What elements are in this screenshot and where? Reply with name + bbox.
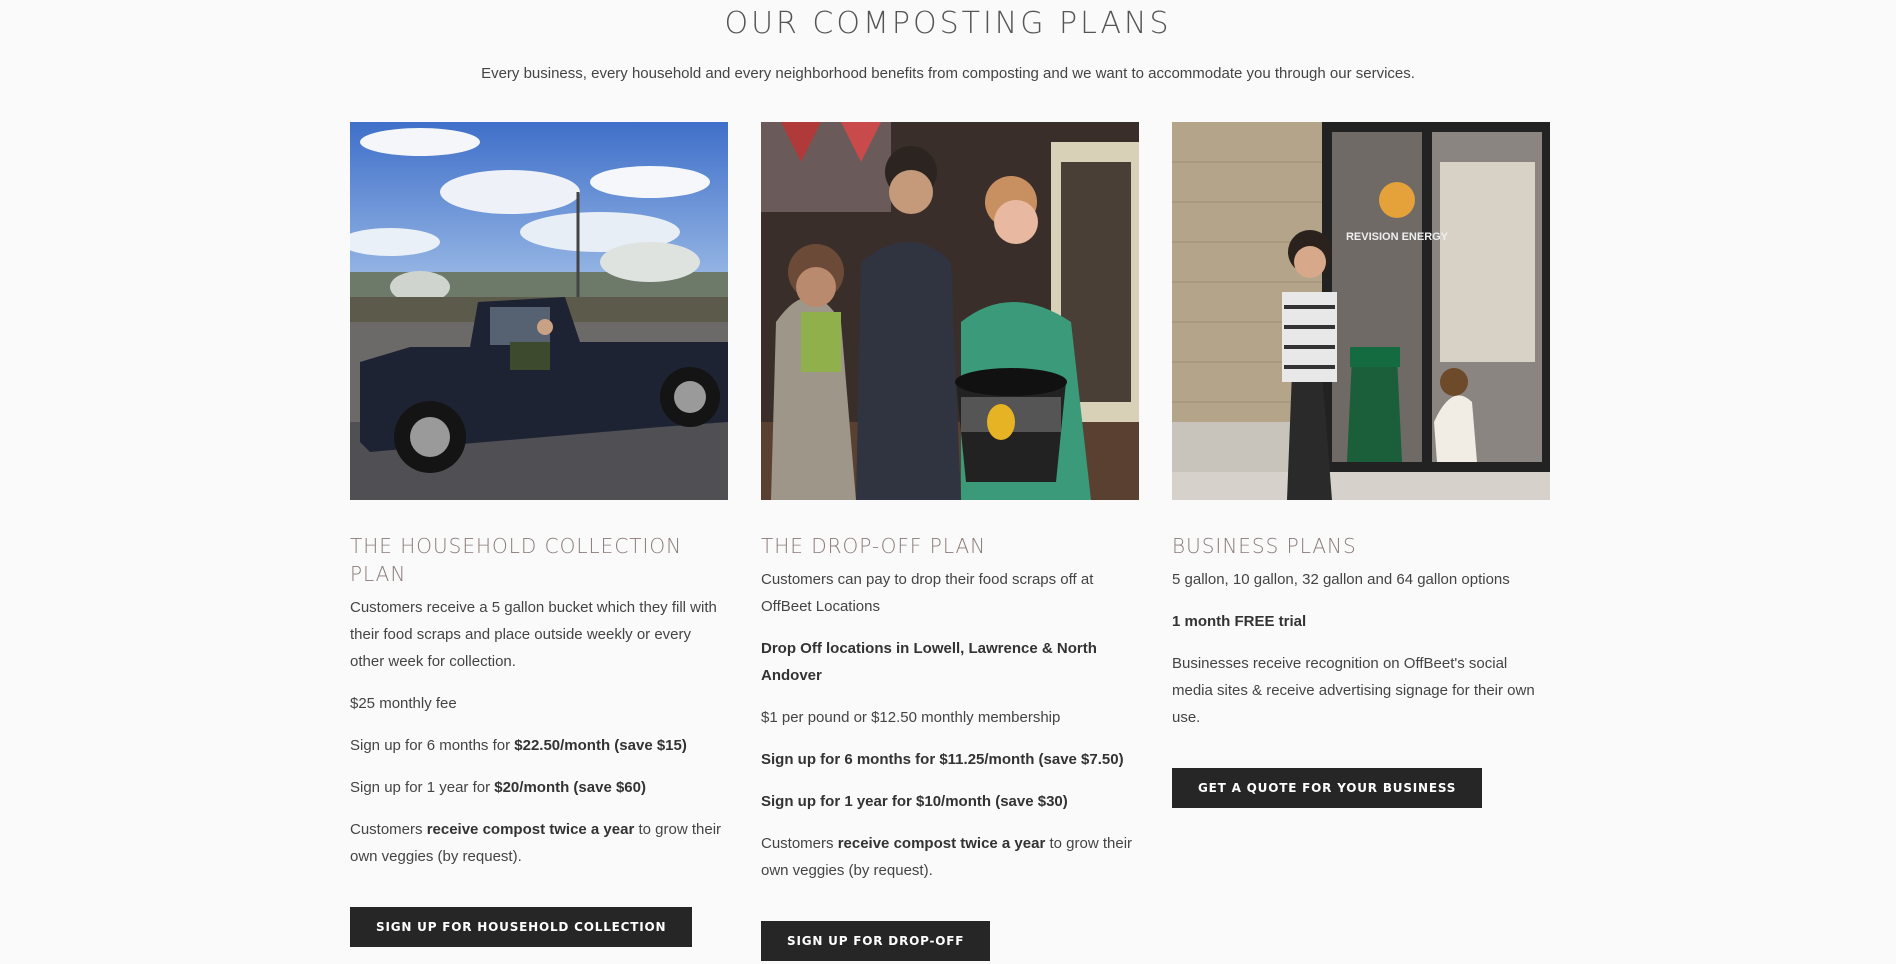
dropoff-plan-description: Customers can pay to drop their food scr… xyxy=(761,571,1094,615)
compost-prefix: Customers xyxy=(350,821,427,838)
dropoff-one-year-text: Sign up for 1 year for $10/month (save $… xyxy=(761,793,1068,810)
dropoff-plan-six-month: Sign up for 6 months for $11.25/month (s… xyxy=(761,746,1139,773)
compost-bold: receive compost twice a year xyxy=(426,821,635,838)
business-plan-options: 5 gallon, 10 gallon, 32 gallon and 64 ga… xyxy=(1172,571,1510,588)
business-plan-card: REVISION ENERGY BUSINESS PLANS 5 gallon,… xyxy=(1172,122,1550,808)
dropoff-plan-photo xyxy=(761,122,1139,500)
dropoff-plan-title: THE DROP-OFF PLAN xyxy=(761,534,987,558)
household-plan-one-year: Sign up for 1 year for $20/month (save $… xyxy=(350,774,728,801)
business-trial-text: 1 month FREE trial xyxy=(1172,613,1307,630)
compost-prefix: Customers xyxy=(761,835,838,852)
pickup-truck-photo-icon xyxy=(350,122,728,500)
dropoff-plan-compost: Customers receive compost twice a year t… xyxy=(761,830,1139,884)
page-intro: Every business, every household and ever… xyxy=(481,65,1415,82)
household-plan-six-month: Sign up for 6 months for $22.50/month (s… xyxy=(350,732,728,759)
business-plan-details: 5 gallon, 10 gallon, 32 gallon and 64 ga… xyxy=(1172,566,1550,731)
dropoff-locations-text: Drop Off locations in Lowell, Lawrence &… xyxy=(761,640,1097,684)
page-title: OUR COMPOSTING PLANS xyxy=(724,6,1172,41)
household-plan-details: Customers receive a 5 gallon bucket whic… xyxy=(350,594,728,870)
household-plan-compost: Customers receive compost twice a year t… xyxy=(350,816,728,870)
business-plan-recognition: Businesses receive recognition on OffBee… xyxy=(1172,655,1535,726)
household-plan-fee: $25 monthly fee xyxy=(350,695,457,712)
storefront-sign-text: REVISION ENERGY xyxy=(1346,231,1449,243)
household-plan-photo xyxy=(350,122,728,500)
sign-up-dropoff-button[interactable]: SIGN UP FOR DROP-OFF xyxy=(761,921,991,961)
dropoff-six-month-text: Sign up for 6 months for $11.25/month (s… xyxy=(761,751,1124,768)
dropoff-plan-details: Customers can pay to drop their food scr… xyxy=(761,566,1139,884)
dropoff-plan-card: THE DROP-OFF PLAN Customers can pay to d… xyxy=(761,122,1139,961)
get-quote-button[interactable]: GET A QUOTE FOR YOUR BUSINESS xyxy=(1172,768,1483,808)
dropoff-plan-pricing: $1 per pound or $12.50 monthly membershi… xyxy=(761,709,1061,726)
six-month-price: $22.50/month (save $15) xyxy=(514,737,687,754)
compost-bold: receive compost twice a year xyxy=(837,835,1046,852)
business-plan-title: BUSINESS PLANS xyxy=(1172,534,1357,558)
household-plan-card: THE HOUSEHOLD COLLECTION PLAN Customers … xyxy=(350,122,728,947)
household-plan-title: THE HOUSEHOLD COLLECTION PLAN xyxy=(350,534,683,586)
business-storefront-photo-icon: REVISION ENERGY xyxy=(1172,122,1550,500)
household-plan-description: Customers receive a 5 gallon bucket whic… xyxy=(350,599,717,670)
six-month-prefix: Sign up for 6 months for xyxy=(350,737,515,754)
group-with-bucket-photo-icon xyxy=(761,122,1139,500)
sign-up-household-button[interactable]: SIGN UP FOR HOUSEHOLD COLLECTION xyxy=(350,907,693,947)
one-year-prefix: Sign up for 1 year for xyxy=(350,779,495,796)
business-plan-trial: 1 month FREE trial xyxy=(1172,608,1550,635)
business-plan-photo: REVISION ENERGY xyxy=(1172,122,1550,500)
dropoff-plan-one-year: Sign up for 1 year for $10/month (save $… xyxy=(761,788,1139,815)
dropoff-plan-locations: Drop Off locations in Lowell, Lawrence &… xyxy=(761,635,1139,689)
one-year-price: $20/month (save $60) xyxy=(494,779,646,796)
